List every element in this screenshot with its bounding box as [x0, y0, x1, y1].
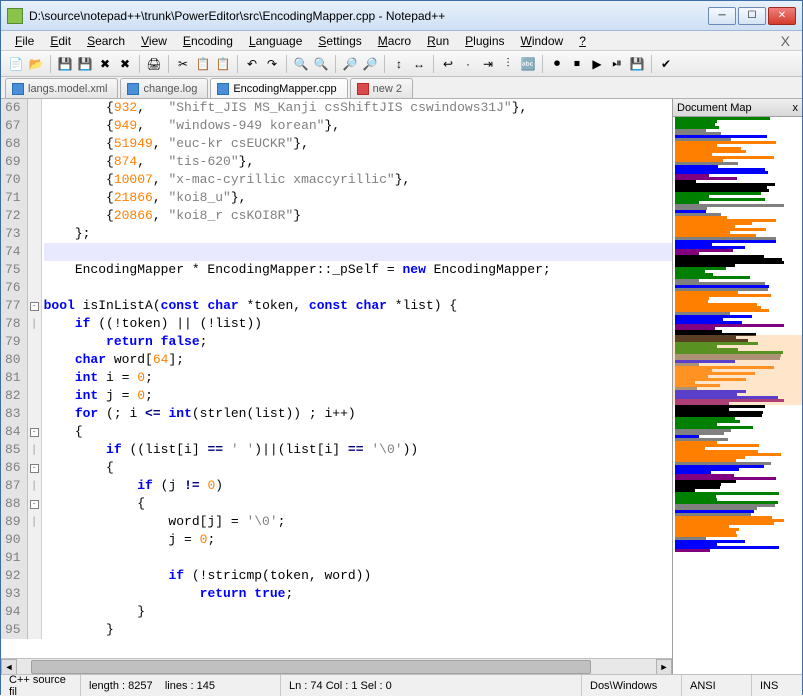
wrap-icon[interactable]: ↩: [439, 55, 457, 73]
horizontal-scrollbar[interactable]: ◄ ►: [1, 658, 672, 674]
titlebar: D:\source\notepad++\trunk\PowerEditor\sr…: [1, 1, 802, 31]
document-map-panel: Document Map x: [672, 99, 802, 674]
paste-icon[interactable]: 📋: [214, 55, 232, 73]
tab-label: EncodingMapper.cpp: [233, 83, 336, 95]
menu-settings[interactable]: Settings: [310, 32, 369, 50]
tab-close-x-icon[interactable]: X: [775, 33, 796, 49]
document-map-viewport[interactable]: [673, 335, 802, 405]
menu-edit[interactable]: Edit: [42, 32, 79, 50]
statusbar: C++ source fil length : 8257 lines : 145…: [1, 674, 802, 696]
record-icon[interactable]: ⏺: [548, 55, 566, 73]
document-map-close-icon[interactable]: x: [793, 102, 799, 114]
code-lines[interactable]: {932, "Shift_JIS MS_Kanji csShiftJIS csw…: [42, 99, 672, 639]
redo-icon[interactable]: ↷: [263, 55, 281, 73]
whitespace-icon[interactable]: ·: [459, 55, 477, 73]
close-all-icon[interactable]: ✖: [116, 55, 134, 73]
scroll-right-arrow-icon[interactable]: ►: [656, 659, 672, 674]
lang-icon[interactable]: 🔤: [519, 55, 537, 73]
close-button[interactable]: ✕: [768, 7, 796, 25]
tab-bar: langs.model.xml change.log EncodingMapper.…: [1, 77, 802, 99]
spell-icon[interactable]: ✔: [657, 55, 675, 73]
tab-new-2[interactable]: new 2: [350, 78, 413, 98]
status-position: Ln : 74 Col : 1 Sel : 0: [281, 675, 582, 696]
cut-icon[interactable]: ✂: [174, 55, 192, 73]
sync-h-icon[interactable]: ↔: [410, 55, 428, 73]
menu-encoding[interactable]: Encoding: [175, 32, 241, 50]
maximize-button[interactable]: ☐: [738, 7, 766, 25]
fold-gutter[interactable]: -│-│-│-│: [28, 99, 42, 639]
menu-view[interactable]: View: [133, 32, 175, 50]
status-eol: Dos\Windows: [582, 675, 682, 696]
document-map-title: Document Map x: [673, 99, 802, 117]
zoom-out-icon[interactable]: 🔎: [361, 55, 379, 73]
menu-help[interactable]: ?: [571, 32, 594, 50]
replace-icon[interactable]: 🔍: [312, 55, 330, 73]
menu-run[interactable]: Run: [419, 32, 457, 50]
play-icon[interactable]: ▶: [588, 55, 606, 73]
indent-icon[interactable]: ⇥: [479, 55, 497, 73]
save-all-icon[interactable]: 💾: [76, 55, 94, 73]
stop-icon[interactable]: ⏹: [568, 55, 586, 73]
document-map-body[interactable]: [673, 117, 802, 674]
zoom-in-icon[interactable]: 🔎: [341, 55, 359, 73]
toolbar: 📄📂💾💾✖✖🖨✂📋📋↶↷🔍🔍🔎🔎↕↔↩·⇥⫶🔤⏺⏹▶⏯💾✔: [1, 51, 802, 77]
menubar: FileEditSearchViewEncodingLanguageSettin…: [1, 31, 802, 51]
menu-search[interactable]: Search: [79, 32, 133, 50]
scroll-left-arrow-icon[interactable]: ◄: [1, 659, 17, 674]
file-icon: [127, 83, 139, 95]
menu-file[interactable]: File: [7, 32, 42, 50]
new-icon[interactable]: 📄: [7, 55, 25, 73]
print-icon[interactable]: 🖨: [145, 55, 163, 73]
close-icon[interactable]: ✖: [96, 55, 114, 73]
menu-plugins[interactable]: Plugins: [457, 32, 512, 50]
menu-language[interactable]: Language: [241, 32, 310, 50]
menu-window[interactable]: Window: [513, 32, 572, 50]
multi-icon[interactable]: ⏯: [608, 55, 626, 73]
tab-label: change.log: [143, 83, 197, 95]
guide-icon[interactable]: ⫶: [499, 55, 517, 73]
tab-label: langs.model.xml: [28, 83, 107, 95]
file-icon: [217, 83, 229, 95]
document-map-label: Document Map: [677, 102, 752, 114]
save-icon[interactable]: 💾: [56, 55, 74, 73]
open-icon[interactable]: 📂: [27, 55, 45, 73]
status-encoding: ANSI: [682, 675, 752, 696]
copy-icon[interactable]: 📋: [194, 55, 212, 73]
status-insert-mode: INS: [752, 675, 802, 696]
line-number-gutter: 6667686970717273747576777879808182838485…: [1, 99, 28, 639]
tab-change-log[interactable]: change.log: [120, 78, 208, 98]
find-icon[interactable]: 🔍: [292, 55, 310, 73]
tab-label: new 2: [373, 83, 402, 95]
file-icon: [357, 83, 369, 95]
code-scroll[interactable]: 6667686970717273747576777879808182838485…: [1, 99, 672, 658]
scroll-thumb[interactable]: [31, 660, 591, 674]
minimize-button[interactable]: ─: [708, 7, 736, 25]
save-macro-icon[interactable]: 💾: [628, 55, 646, 73]
status-length: length : 8257 lines : 145: [81, 675, 281, 696]
tab-langs-model-xml[interactable]: langs.model.xml: [5, 78, 118, 98]
window-title: D:\source\notepad++\trunk\PowerEditor\sr…: [29, 9, 708, 23]
file-icon: [12, 83, 24, 95]
app-icon: [7, 8, 23, 24]
menu-macro[interactable]: Macro: [370, 32, 419, 50]
code-pane: 6667686970717273747576777879808182838485…: [1, 99, 672, 674]
tab-EncodingMapper-cpp[interactable]: EncodingMapper.cpp: [210, 78, 347, 98]
status-filetype: C++ source fil: [1, 675, 81, 696]
undo-icon[interactable]: ↶: [243, 55, 261, 73]
sync-v-icon[interactable]: ↕: [390, 55, 408, 73]
